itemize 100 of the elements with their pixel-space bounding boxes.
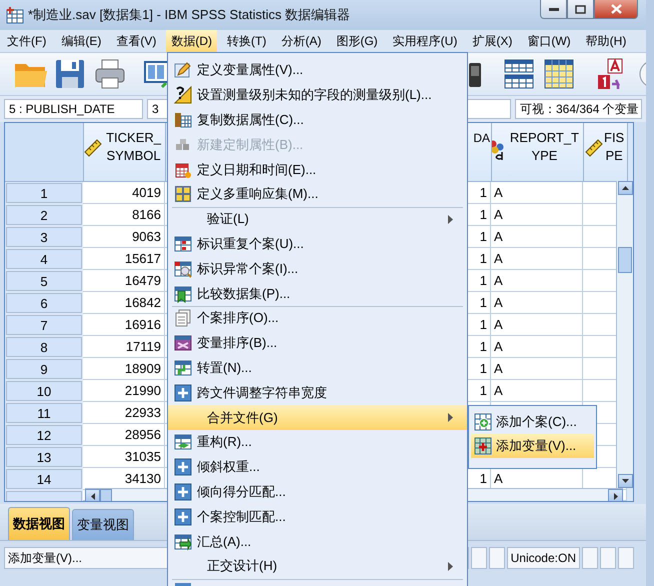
table-cell: 15617 — [83, 248, 165, 270]
row-number[interactable]: 2 — [6, 205, 82, 225]
row-number[interactable]: 6 — [6, 293, 82, 313]
table-cell: A — [491, 380, 583, 402]
submenu-arrow-icon — [448, 413, 453, 422]
ruler-icon — [84, 139, 102, 157]
maximize-button[interactable] — [567, 0, 594, 19]
menu-item[interactable]: 跨文件调整字符串宽度 — [168, 380, 467, 406]
row-number[interactable]: 10 — [6, 381, 82, 401]
menu-item[interactable]: 查看(V) — [111, 30, 162, 52]
table-icon[interactable] — [504, 59, 534, 89]
menu-item[interactable]: 分析(A) — [276, 30, 326, 52]
menu-item[interactable]: 倾斜权重... — [168, 454, 467, 480]
row-number[interactable]: 9 — [6, 359, 82, 379]
row-number[interactable]: 3 — [6, 227, 82, 247]
column-header[interactable]: REPORT_T YPE — [492, 123, 584, 181]
table-cell: 16842 — [83, 292, 165, 314]
status-pane — [488, 547, 505, 569]
menu-item[interactable]: 图形(G) — [331, 30, 383, 52]
table-icon — [174, 110, 192, 129]
menu-item[interactable]: 合并文件(G) — [168, 405, 467, 430]
left-arrow-icon — [90, 492, 94, 500]
row-number[interactable]: 11 — [6, 403, 82, 423]
table-cell: A — [491, 248, 583, 270]
table-icon — [174, 433, 192, 452]
table-cell: 8166 — [83, 204, 165, 226]
scroll-left-button[interactable] — [85, 489, 100, 501]
string-icon — [492, 139, 506, 161]
dialog-icon[interactable] — [144, 59, 168, 89]
grid-icon — [174, 185, 192, 204]
save-icon[interactable] — [54, 58, 86, 90]
close-button[interactable] — [594, 0, 638, 19]
table-cell: 18909 — [83, 358, 165, 380]
column-header[interactable]: DA — [466, 123, 492, 181]
menu-item[interactable]: 定义变量属性(V)... — [168, 58, 467, 83]
table-cell: 9063 — [83, 226, 165, 248]
table-icon — [174, 234, 192, 253]
menu-item[interactable]: 设置测量级别未知的字段的测量级别(L)... — [168, 82, 467, 108]
menu-item[interactable]: 标识异常个案(I)... — [168, 256, 467, 282]
table-cell: A — [491, 292, 583, 314]
column-header[interactable]: TICKER_ SYMBOL — [84, 123, 166, 181]
row-number[interactable]: 1 — [6, 183, 82, 203]
row-number[interactable]: 12 — [6, 425, 82, 445]
table-icon — [174, 532, 192, 551]
menu-item[interactable]: 转置(N)... — [168, 356, 467, 380]
column-header[interactable]: FIS PE — [584, 123, 628, 181]
row-number[interactable]: 4 — [6, 249, 82, 269]
menu-item[interactable]: 个案排序(O)... — [168, 306, 467, 331]
scroll-thumb[interactable] — [618, 246, 632, 272]
right-arrow-icon — [614, 492, 618, 500]
view-tab[interactable]: 数据视图 — [8, 507, 70, 540]
visible-count: 可视：364/364 个变量 — [515, 99, 642, 119]
cell-name-field[interactable]: 5 : PUBLISH_DATE — [4, 99, 143, 119]
printer-icon[interactable] — [94, 58, 126, 90]
menu-item[interactable]: 添加变量(V)... — [471, 434, 594, 458]
table-cell: 16479 — [83, 270, 165, 292]
view-tab[interactable]: 变量视图 — [72, 509, 134, 540]
menu-item[interactable]: 复制数据属性(C)... — [168, 108, 467, 132]
menu-item[interactable]: 文件(F) — [2, 30, 52, 52]
menu-item[interactable]: 定义多重响应集(M)... — [168, 182, 467, 207]
table-icon[interactable] — [544, 59, 574, 89]
menu-item[interactable]: 验证(L) — [168, 206, 467, 232]
up-arrow-icon — [622, 186, 628, 190]
app-icon — [6, 6, 24, 24]
menu-item[interactable]: 变量排序(B)... — [168, 330, 467, 356]
menu-item[interactable]: 比较数据集(P)... — [168, 281, 467, 306]
value-labels-icon[interactable] — [596, 57, 624, 91]
scroll-up-button[interactable] — [618, 181, 632, 195]
row-number[interactable]: 14 — [6, 469, 82, 489]
row-number[interactable]: 8 — [6, 337, 82, 357]
menu-item[interactable]: 转换(T) — [222, 30, 272, 52]
menu-item[interactable]: 标识重复个案(U)... — [168, 232, 467, 256]
table-icon — [174, 358, 192, 377]
row-number[interactable]: 13 — [6, 447, 82, 467]
table-icon — [474, 413, 492, 431]
menu-item[interactable]: 实用程序(U) — [388, 30, 462, 52]
menu-item[interactable]: 倾向得分匹配... — [168, 480, 467, 504]
menu-item[interactable]: 窗口(W) — [522, 30, 576, 52]
question-ruler-icon — [174, 86, 192, 104]
row-number[interactable]: 5 — [6, 271, 82, 291]
vertical-scrollbar[interactable] — [616, 181, 633, 488]
menu-item[interactable]: 重构(R)... — [168, 430, 467, 455]
scroll-right-button[interactable] — [608, 489, 623, 501]
menu-item[interactable]: 帮助(H) — [580, 30, 632, 52]
table-icon — [174, 284, 192, 303]
table-cell: A — [491, 204, 583, 226]
scroll-thumb[interactable] — [100, 489, 112, 501]
menu-item[interactable]: 扩展(X) — [467, 30, 518, 52]
menu-item[interactable]: 编辑(E) — [56, 30, 106, 52]
minimize-button[interactable] — [540, 0, 567, 19]
menu-item[interactable]: 定义日期和时间(E)... — [168, 157, 467, 182]
menu-item[interactable]: 添加个案(C)... — [471, 410, 594, 434]
status-pane — [600, 547, 616, 569]
table-cell: A — [491, 314, 583, 336]
menu-item[interactable]: 个案控制匹配... — [168, 504, 467, 530]
minimize-icon — [548, 7, 558, 11]
menu-item[interactable]: 数据(D) — [166, 30, 217, 52]
row-number[interactable]: 7 — [6, 315, 82, 335]
scroll-down-button[interactable] — [618, 474, 632, 488]
table-cell: 34130 — [83, 468, 165, 490]
